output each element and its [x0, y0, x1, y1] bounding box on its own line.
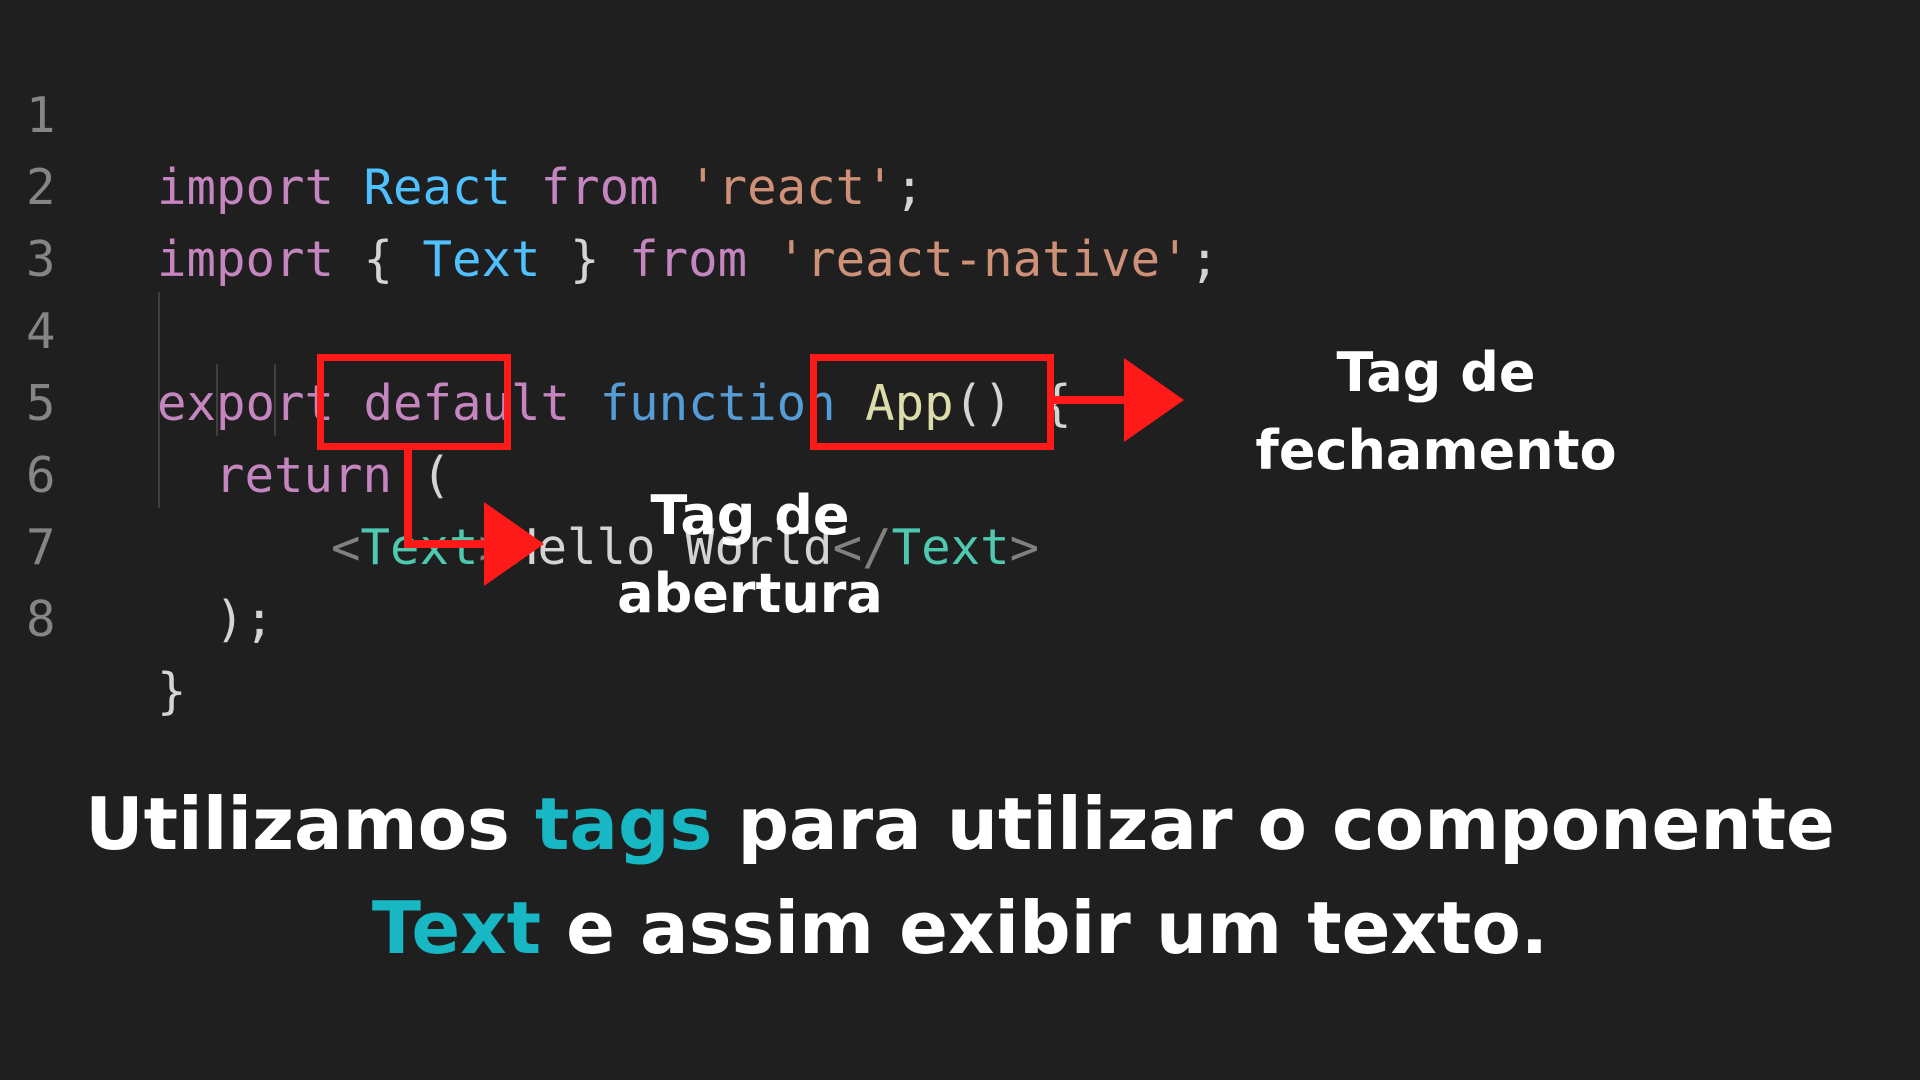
code-line-1: 1 import React from 'react'; — [0, 8, 1920, 216]
code-editor: 1 import React from 'react'; 2 import { … — [0, 0, 1920, 720]
code-line-8: 8 } — [0, 512, 1920, 720]
closing-arrow-head-icon — [1124, 358, 1184, 442]
caption-text: e assim exibir um texto. — [541, 886, 1549, 970]
opening-label-line2: abertura — [617, 562, 883, 625]
slide: 1 import React from 'react'; 2 import { … — [0, 0, 1920, 1080]
caption-accent-text: tags — [534, 782, 713, 866]
punctuation-token: ); — [215, 591, 275, 648]
closing-label-line1: Tag de — [1336, 341, 1536, 404]
closing-tag-label: Tag de fechamento — [1236, 334, 1636, 490]
caption-line-1: Utilizamos tags para utilizar o componen… — [0, 772, 1920, 876]
opening-arrow-head-icon — [484, 502, 544, 586]
caption-line-2: Text e assim exibir um texto. — [0, 876, 1920, 980]
closing-arrow-shaft — [1052, 396, 1128, 404]
opening-tag-label: Tag de abertura — [590, 477, 910, 633]
code-text: ); — [215, 584, 274, 656]
code-text: } — [157, 656, 187, 728]
opening-tag-highlight — [317, 354, 511, 450]
opening-label-line1: Tag de — [650, 484, 850, 547]
punctuation-token: } — [157, 663, 187, 720]
code-line-4: 4 export default function App() { — [0, 224, 1920, 432]
closing-tag-highlight — [810, 354, 1054, 450]
caption-text: para utilizar o componente — [712, 782, 1835, 866]
caption-accent-text: Text — [371, 886, 542, 970]
opening-arrow-shaft — [404, 540, 488, 548]
caption-text: Utilizamos — [85, 782, 535, 866]
code-line-2: 2 import { Text } from 'react-native'; — [0, 80, 1920, 288]
closing-label-line2: fechamento — [1255, 419, 1617, 482]
code-line-3: 3 — [0, 152, 1920, 288]
opening-arrow-stem — [404, 448, 412, 548]
line-number: 8 — [26, 591, 56, 648]
